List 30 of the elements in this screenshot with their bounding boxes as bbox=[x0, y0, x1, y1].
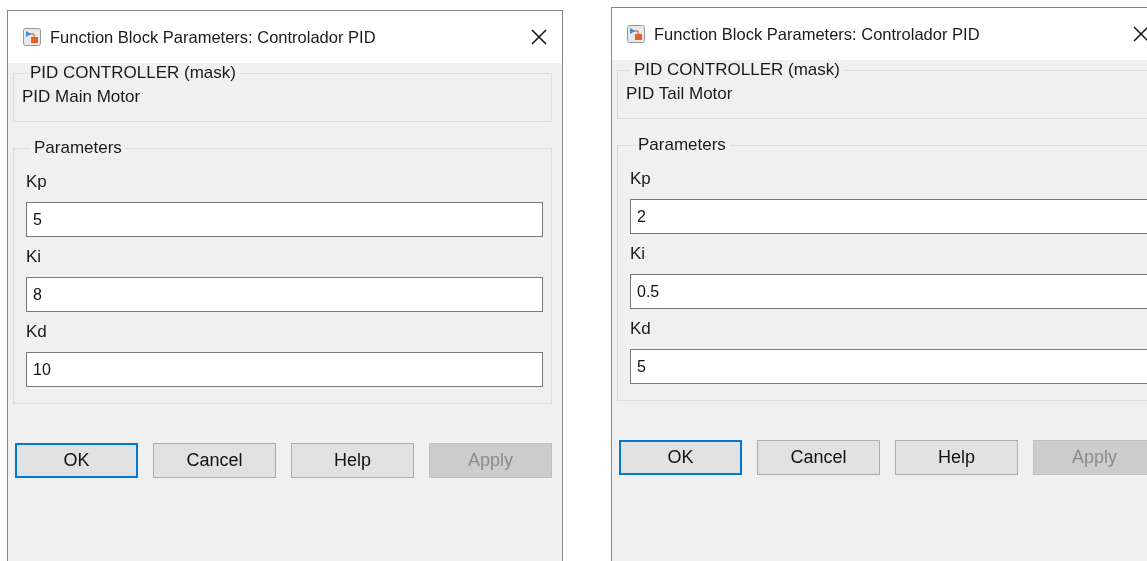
input-field[interactable]: 0.5 bbox=[630, 274, 1147, 309]
mask-description: PID Tail Motor bbox=[626, 84, 734, 104]
dialog-button[interactable]: Cancel bbox=[757, 440, 880, 475]
field-label: Ki bbox=[26, 247, 43, 267]
window-title: Function Block Parameters: Controlador PID bbox=[50, 27, 377, 47]
group-title: Parameters bbox=[637, 135, 727, 155]
block-icon bbox=[627, 25, 645, 43]
dialog-button[interactable]: OK bbox=[15, 443, 138, 478]
block-icon bbox=[23, 28, 41, 46]
field-label: Kd bbox=[26, 322, 48, 342]
dialog-button[interactable]: OK bbox=[619, 440, 742, 475]
input-field[interactable]: 2 bbox=[630, 199, 1147, 234]
dialog-button[interactable]: Cancel bbox=[153, 443, 276, 478]
field-label: Kp bbox=[630, 169, 652, 189]
input-field[interactable]: 5 bbox=[630, 349, 1147, 384]
group-title: PID CONTROLLER (mask) bbox=[29, 63, 237, 83]
field-label: Kp bbox=[26, 172, 48, 192]
group-title: PID CONTROLLER (mask) bbox=[633, 60, 841, 80]
dialog-button[interactable]: Help bbox=[291, 443, 414, 478]
input-field[interactable]: 5 bbox=[26, 202, 543, 237]
field-label: Ki bbox=[630, 244, 647, 264]
dialog-button[interactable]: Help bbox=[895, 440, 1018, 475]
group-title: Parameters bbox=[33, 138, 123, 158]
close-icon[interactable] bbox=[530, 28, 548, 46]
input-field[interactable]: 8 bbox=[26, 277, 543, 312]
close-icon[interactable] bbox=[1132, 25, 1147, 43]
window-title: Function Block Parameters: Controlador PID bbox=[654, 24, 981, 44]
field-label: Kd bbox=[630, 319, 652, 339]
input-field[interactable]: 10 bbox=[26, 352, 543, 387]
mask-description: PID Main Motor bbox=[22, 87, 142, 107]
